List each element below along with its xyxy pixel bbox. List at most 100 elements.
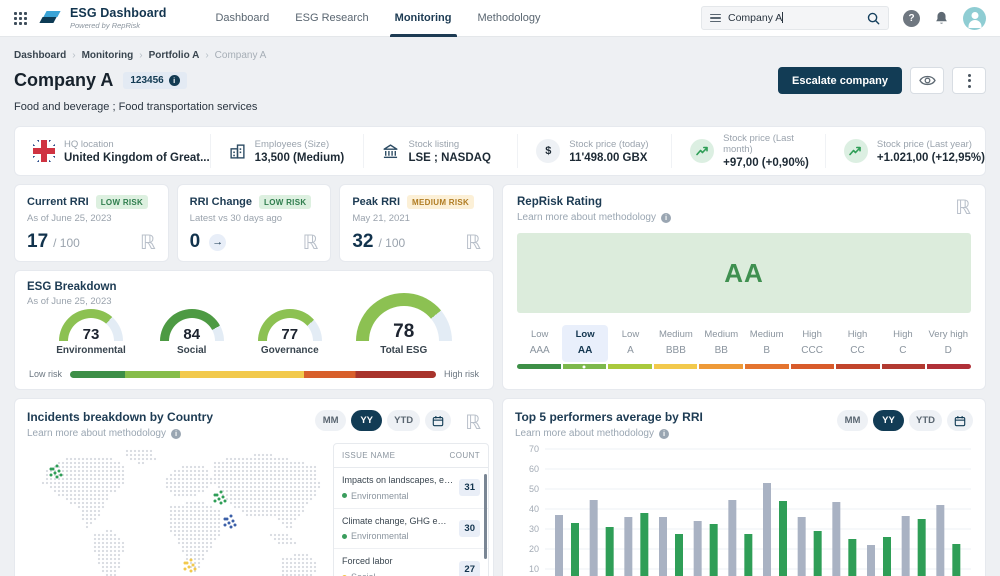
reprisk-logo-icon: ℝ (465, 410, 481, 434)
rating-scale-b[interactable]: MediumB (744, 325, 789, 362)
issue-row[interactable]: Forced laborSocial27 (334, 549, 488, 576)
escalate-company-button[interactable]: Escalate company (778, 67, 902, 94)
watch-button[interactable] (910, 67, 944, 94)
top5-period-toggle: MMYYYTD (837, 410, 973, 431)
user-avatar[interactable] (963, 7, 986, 30)
bar-gray-11 (902, 516, 910, 576)
top5-performers-card: Top 5 performers average by RRI Learn mo… (502, 398, 986, 576)
rating-grade: CC (835, 345, 880, 356)
rri-cards-row: Current RRILOW RISKAs of June 25, 202317… (14, 184, 494, 262)
breadcrumb-item[interactable]: Dashboard (14, 50, 66, 61)
risk-gradient-bar (70, 371, 436, 378)
rating-learn-more-link[interactable]: Learn more about methodology i (517, 212, 971, 223)
rri-value: 17 (27, 231, 48, 253)
gauge-total-esg: 78Total ESG (356, 293, 452, 356)
rating-scale-d[interactable]: Very highD (926, 325, 971, 362)
breadcrumb-item: Company A (215, 50, 267, 61)
rating-scale-ccc[interactable]: HighCCC (789, 325, 834, 362)
apps-grid-icon[interactable] (14, 12, 27, 25)
incident-cluster-dot (56, 476, 59, 479)
incident-cluster-dot (230, 515, 233, 518)
issues-col-count: COUNT (450, 451, 480, 460)
rating-scale-bbb[interactable]: MediumBBB (653, 325, 698, 362)
incident-cluster-dot (224, 524, 227, 527)
learn-more-label: Learn more about methodology (27, 428, 166, 439)
rating-scale-aa[interactable]: LowAA (562, 325, 607, 362)
rri-value: 0 (190, 231, 201, 253)
stat-label: Employees (Size) (255, 139, 344, 150)
bar-green-11 (918, 519, 926, 576)
more-options-button[interactable] (952, 67, 986, 94)
toggle-ytd[interactable]: YTD (909, 410, 942, 431)
rating-bar-segment-aa (563, 364, 607, 369)
bar-green-8 (814, 531, 822, 576)
rating-grade: B (744, 345, 789, 356)
stat-label: Stock price (Last month) (723, 133, 825, 155)
stat-value: 11'498.00 GBX (569, 152, 648, 164)
breadcrumb-item[interactable]: Portfolio A (149, 50, 200, 61)
bank-icon (382, 143, 399, 160)
toggle-yy[interactable]: YY (873, 410, 904, 431)
y-axis-tick-label: 40 (529, 504, 539, 514)
incidents-period-toggle: MMYYYTD (315, 410, 451, 431)
rating-scale-cc[interactable]: HighCC (835, 325, 880, 362)
incident-cluster-dot (232, 520, 235, 523)
calendar-button[interactable] (425, 410, 451, 431)
incident-cluster-dot (230, 526, 233, 529)
bar-green-3 (640, 513, 648, 576)
search-input[interactable]: Company A (701, 6, 889, 30)
reprisk-logo-icon: ℝ (465, 232, 481, 252)
rating-scale-bb[interactable]: MediumBB (699, 325, 744, 362)
y-axis-tick-label: 20 (529, 544, 539, 554)
bell-icon[interactable] (934, 10, 949, 26)
rating-level: Medium (699, 329, 744, 340)
high-risk-label: High risk (444, 369, 479, 379)
y-axis-tick-label: 50 (529, 484, 539, 494)
table-scrollbar[interactable] (484, 474, 487, 559)
search-filter-icon[interactable] (710, 14, 721, 23)
help-icon[interactable]: ? (903, 10, 920, 27)
breadcrumb-separator: › (139, 50, 142, 61)
rri-card-subtitle: Latest vs 30 days ago (190, 213, 319, 224)
issue-row[interactable]: Impacts on landscapes, ecosystems an...E… (334, 468, 488, 509)
nav-item-esg-research[interactable]: ESG Research (282, 0, 381, 37)
bar-gray-4 (659, 517, 667, 576)
rating-level: Medium (653, 329, 698, 340)
issue-count-badge: 30 (459, 520, 480, 537)
issues-col-name: ISSUE NAME (342, 451, 395, 460)
incident-cluster-dot (184, 568, 187, 571)
bar-green-9 (848, 539, 856, 576)
rating-scale-a[interactable]: LowA (608, 325, 653, 362)
gauge-value: 78 (356, 321, 452, 343)
bar-green-4 (675, 534, 683, 576)
incident-cluster-dot (192, 564, 195, 567)
toggle-ytd[interactable]: YTD (387, 410, 420, 431)
rating-grade: D (926, 345, 971, 356)
rating-scale-c[interactable]: HighC (880, 325, 925, 362)
info-icon[interactable]: i (169, 75, 180, 86)
toggle-mm[interactable]: MM (837, 410, 868, 431)
nav-item-monitoring[interactable]: Monitoring (382, 0, 465, 37)
stat-value: LSE ; NASDAQ (408, 152, 490, 164)
issue-name: Climate change, GHG emissions, and gl... (342, 516, 453, 528)
reprisk-logo-mark-icon (39, 9, 63, 27)
incidents-learn-more-link[interactable]: Learn more about methodology i (27, 428, 315, 439)
toggle-yy[interactable]: YY (351, 410, 382, 431)
calendar-button[interactable] (947, 410, 973, 431)
issue-row[interactable]: Climate change, GHG emissions, and gl...… (334, 509, 488, 550)
nav-item-methodology[interactable]: Methodology (465, 0, 554, 37)
esg-gauges: 73Environmental84Social77Governance78Tot… (15, 293, 493, 356)
reprisk-rating-card: RepRisk Rating Learn more about methodol… (502, 184, 986, 390)
nav-item-dashboard[interactable]: Dashboard (202, 0, 282, 37)
rating-scale-aaa[interactable]: LowAAA (517, 325, 562, 362)
y-axis-tick-label: 60 (529, 464, 539, 474)
info-icon: i (661, 213, 671, 223)
incident-cluster-dot (228, 522, 231, 525)
rating-bar-segment-cc (836, 364, 880, 369)
rating-bar-segment-ccc (791, 364, 835, 369)
search-icon[interactable] (867, 12, 880, 25)
top5-learn-more-link[interactable]: Learn more about methodology i (515, 428, 837, 439)
incident-cluster-dot (220, 502, 223, 505)
breadcrumb-item[interactable]: Monitoring (82, 50, 134, 61)
toggle-mm[interactable]: MM (315, 410, 346, 431)
